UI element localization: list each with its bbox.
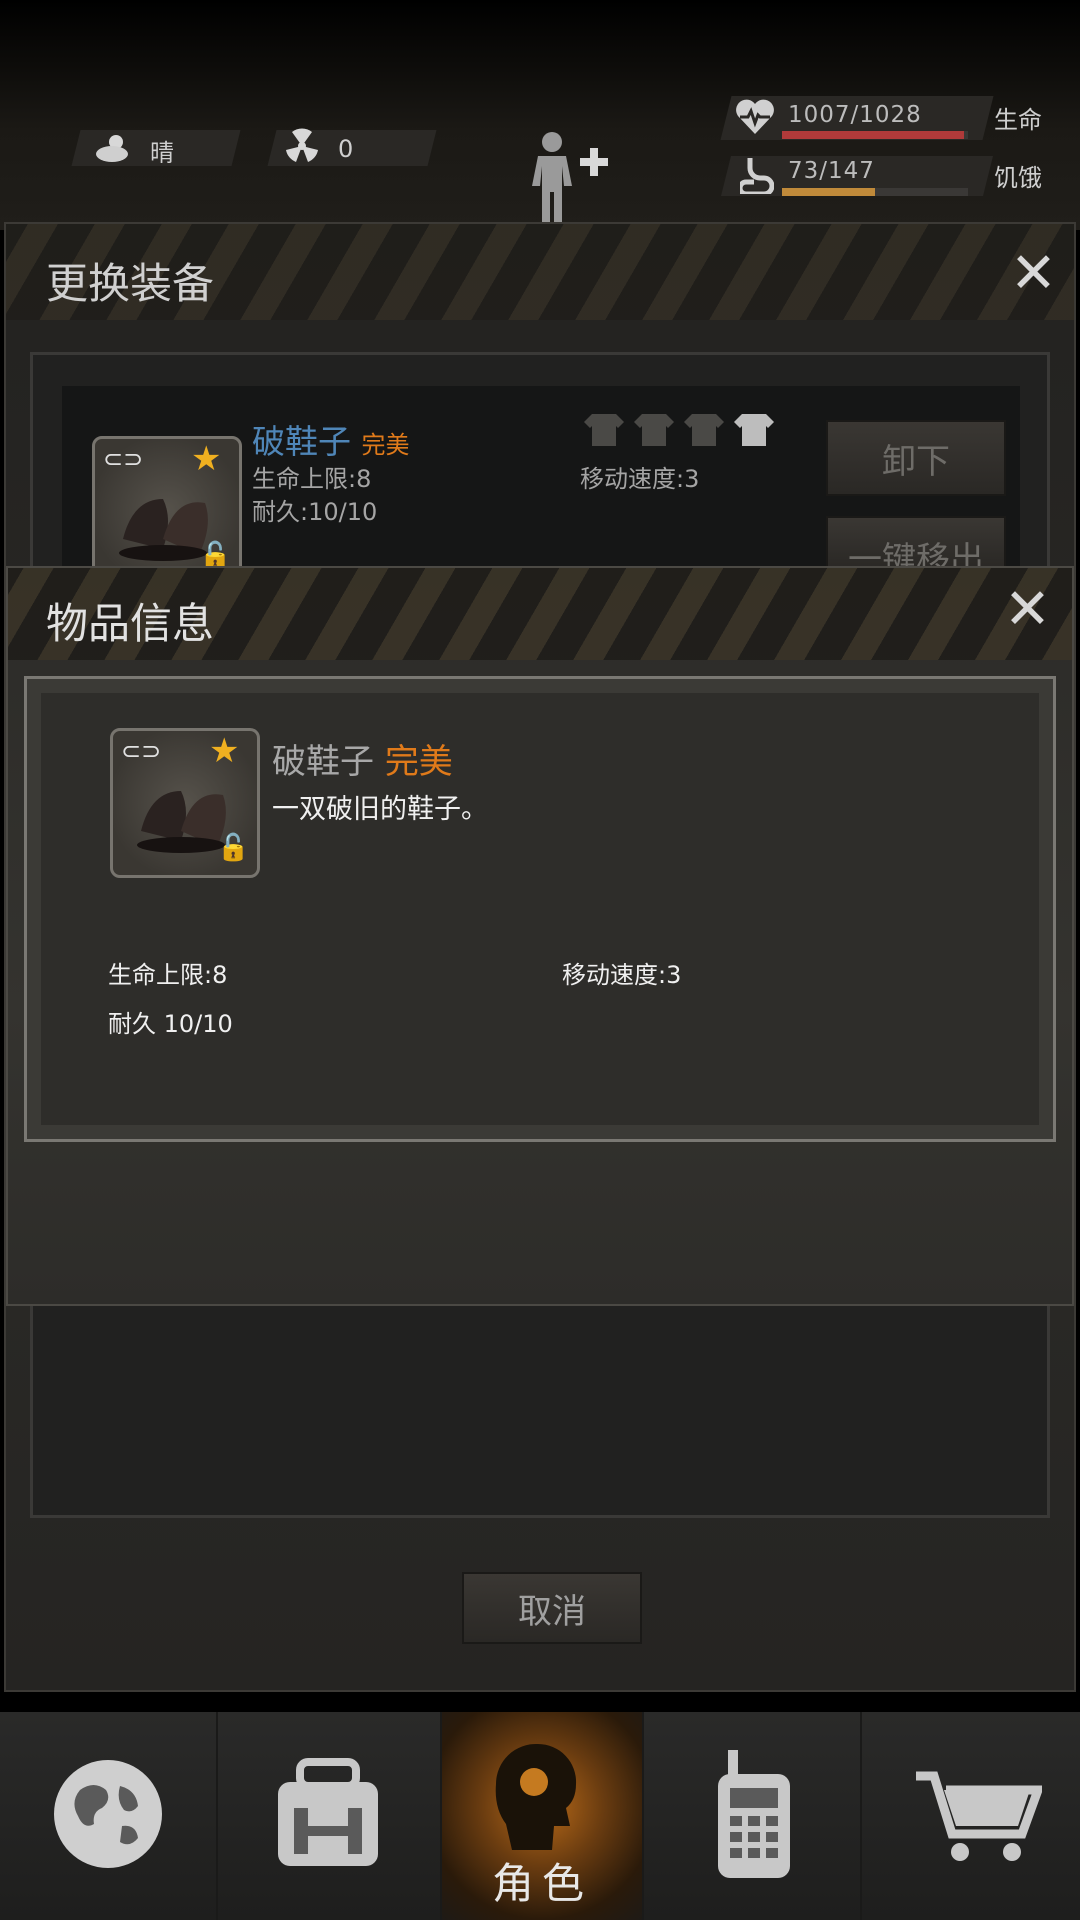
info-stat-life: 生命上限:8 bbox=[108, 961, 228, 989]
info-item-quality: 完美 bbox=[384, 742, 453, 782]
star-icon: ★ bbox=[191, 439, 222, 479]
equipped-item-title: 破鞋子 bbox=[252, 422, 351, 461]
health-bar bbox=[782, 131, 968, 139]
nav-shop[interactable] bbox=[862, 1712, 1080, 1920]
info-item-description: 一双破旧的鞋子。 bbox=[272, 794, 488, 825]
health-bar-fill bbox=[782, 131, 965, 139]
unequip-button[interactable]: 卸下 bbox=[826, 420, 1006, 496]
weather-icon bbox=[92, 130, 136, 166]
info-durability: 耐久 10/10 bbox=[108, 1010, 233, 1038]
cart-icon bbox=[912, 1770, 1045, 1870]
tier-2-icon bbox=[634, 412, 674, 450]
map-icon bbox=[50, 1756, 166, 1876]
info-item-name-line: 破鞋子 完美 bbox=[272, 734, 453, 783]
cancel-button[interactable]: 取消 bbox=[462, 1572, 642, 1644]
equipped-item-name: 破鞋子 完美 bbox=[252, 415, 410, 463]
health-value: 1007/1028 bbox=[788, 102, 922, 128]
tier-3-icon bbox=[684, 412, 724, 450]
info-item-icon-frame: ⊂⊃ ★ 🔓 bbox=[110, 728, 260, 878]
star-icon: ★ bbox=[209, 731, 240, 771]
equipped-item-quality: 完美 bbox=[361, 431, 410, 459]
heart-icon bbox=[734, 98, 776, 136]
nav-character-label: 角色 bbox=[491, 1859, 592, 1908]
equipped-item-icon-frame[interactable]: ⊂⊃ ★ 🔓 bbox=[92, 436, 242, 586]
link-icon: ⊂⊃ bbox=[103, 445, 144, 473]
nav-radio[interactable] bbox=[644, 1712, 860, 1920]
tier-4-icon bbox=[734, 412, 774, 450]
item-info-close-icon[interactable]: ✕ bbox=[1004, 582, 1051, 638]
info-item-name: 破鞋子 bbox=[272, 742, 374, 782]
hunger-bar-fill bbox=[782, 188, 875, 196]
nav-character[interactable]: 角色 bbox=[442, 1712, 642, 1920]
move-all-button[interactable]: 一键移出 bbox=[826, 516, 1006, 570]
bottom-nav: 角色 bbox=[0, 1712, 1080, 1920]
tier-1-icon bbox=[584, 412, 624, 450]
move-all-label: 一键移出 bbox=[848, 540, 984, 570]
health-label: 生命 bbox=[994, 106, 1042, 134]
stomach-icon bbox=[737, 156, 775, 197]
tier-icons bbox=[584, 412, 774, 450]
backpack-icon bbox=[270, 1758, 386, 1874]
hunger-value: 73/147 bbox=[788, 158, 875, 184]
equip-dialog-title: 更换装备 bbox=[46, 259, 215, 308]
radiation-icon bbox=[284, 128, 320, 164]
equip-dialog-close-icon[interactable]: ✕ bbox=[1010, 246, 1057, 302]
hunger-label: 饥饿 bbox=[994, 164, 1042, 192]
character-add-icon[interactable] bbox=[520, 128, 620, 228]
equipped-stat-speed: 移动速度:3 bbox=[580, 465, 700, 493]
item-info-title: 物品信息 bbox=[46, 599, 215, 648]
radio-icon bbox=[714, 1750, 794, 1884]
weather-label: 晴 bbox=[150, 139, 174, 167]
link-icon: ⊂⊃ bbox=[121, 737, 162, 765]
info-stat-speed: 移动速度:3 bbox=[562, 961, 682, 989]
equipped-durability: 耐久:10/10 bbox=[252, 498, 378, 526]
hunger-bar bbox=[782, 188, 968, 196]
character-icon bbox=[492, 1740, 592, 1864]
nav-backpack[interactable] bbox=[218, 1712, 440, 1920]
radiation-value: 0 bbox=[338, 135, 354, 163]
nav-map[interactable] bbox=[0, 1712, 216, 1920]
lock-icon: 🔓 bbox=[217, 833, 250, 863]
equipped-stat-life: 生命上限:8 bbox=[252, 465, 372, 493]
